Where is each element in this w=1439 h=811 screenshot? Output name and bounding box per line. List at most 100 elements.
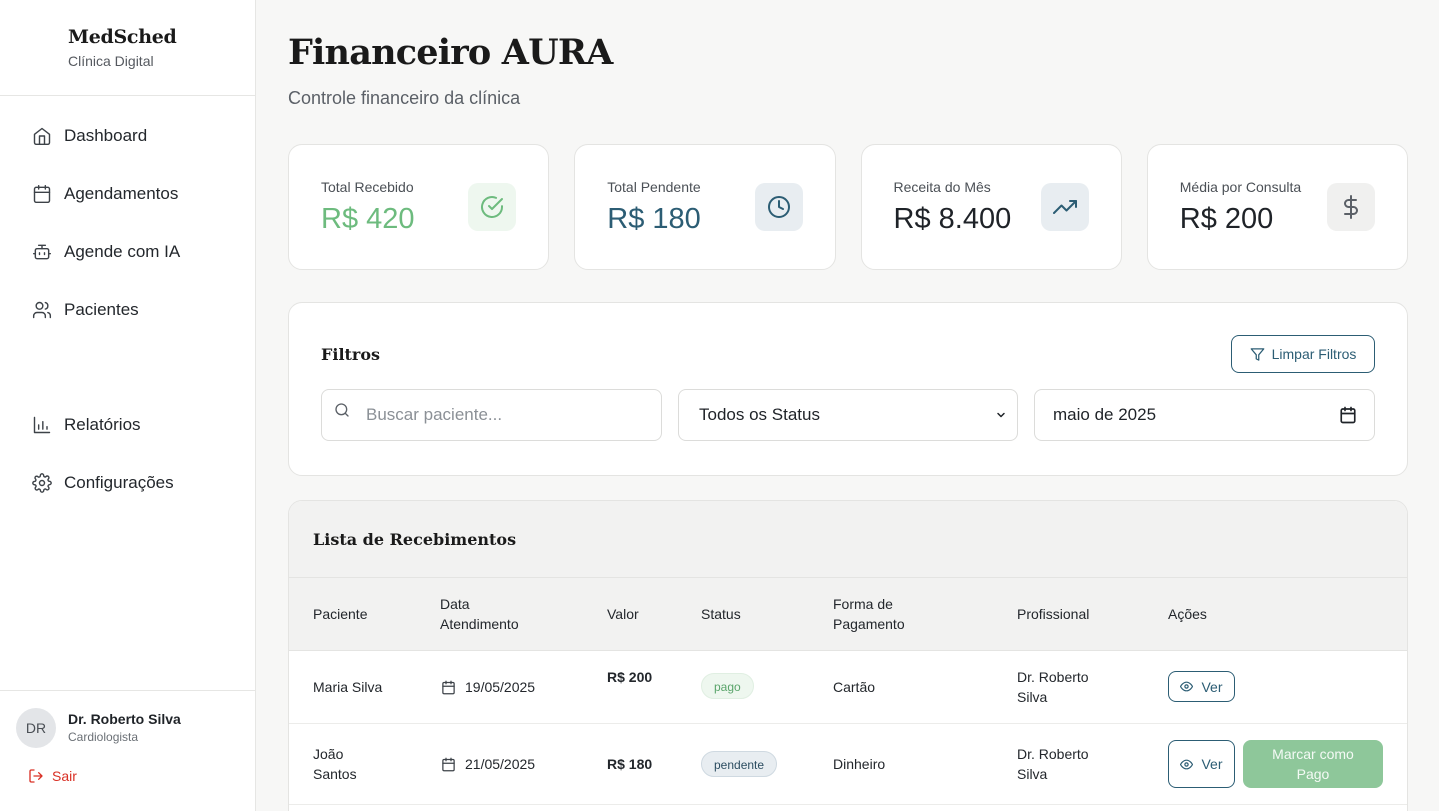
clear-filters-button[interactable]: Limpar Filtros (1231, 335, 1375, 373)
search-placeholder: Buscar paciente... (366, 405, 503, 424)
view-button-label: Ver (1201, 756, 1223, 772)
sidebar-item-pacientes[interactable]: Pacientes (0, 281, 255, 339)
month-picker[interactable]: maio de 2025 (1034, 389, 1375, 441)
stats-row: Total Recebido R$ 420 Total Pendente R$ … (288, 144, 1408, 270)
col-actions: Ações (1168, 606, 1207, 622)
view-button-label: Ver (1201, 678, 1223, 695)
cell-date-text: 19/05/2025 (465, 679, 536, 695)
view-button[interactable]: Ver (1168, 740, 1235, 788)
page-title: Financeiro AURA (288, 32, 613, 73)
cell-professional: Dr. Roberto Silva (1017, 746, 1089, 782)
filter-icon (1250, 347, 1264, 361)
stat-label: Receita do Mês (893, 179, 991, 195)
search-icon (335, 403, 349, 417)
stat-value: R$ 420 (321, 203, 415, 235)
main-content: Financeiro AURA Controle financeiro da c… (288, 0, 1408, 811)
sidebar-item-agende-ia[interactable]: Agende com IA (0, 223, 255, 281)
col-professional: Profissional (1017, 606, 1090, 622)
clear-filters-label: Limpar Filtros (1271, 346, 1357, 362)
filters-panel: Filtros Limpar Filtros Buscar paciente..… (288, 302, 1408, 476)
cell-value: R$ 180 (607, 756, 653, 772)
stat-value: R$ 180 (607, 203, 701, 235)
stat-card-received: Total Recebido R$ 420 (288, 144, 550, 270)
home-icon (32, 126, 52, 146)
brand: MedSched Clínica Digital (0, 0, 255, 96)
cell-date-text: 21/05/2025 (465, 756, 536, 772)
month-picker-value: maio de 2025 (1053, 405, 1157, 424)
cell-patient: Maria Silva (313, 679, 383, 695)
user-panel: DR Dr. Roberto Silva Cardiologista Sair (0, 690, 255, 811)
calendar-icon (32, 184, 52, 204)
user-name: Dr. Roberto Silva (68, 711, 181, 727)
calendar-icon (1340, 406, 1356, 424)
sidebar-nav: Dashboard Agendamentos Agende com IA Pac… (0, 96, 255, 512)
nav-spacer (0, 339, 255, 396)
sidebar: MedSched Clínica Digital Dashboard Agend… (0, 0, 256, 811)
stat-label: Média por Consulta (1179, 179, 1302, 195)
user-role: Cardiologista (68, 730, 139, 744)
logout-label: Sair (52, 768, 77, 784)
sidebar-item-label: Agendamentos (64, 184, 179, 203)
stat-label: Total Recebido (321, 179, 414, 195)
stat-card-pending: Total Pendente R$ 180 (574, 144, 836, 270)
sidebar-item-relatorios[interactable]: Relatórios (0, 396, 255, 454)
cell-date: 21/05/2025 (441, 754, 535, 774)
chevron-down-icon (997, 412, 1005, 418)
status-select-value: Todos os Status (699, 405, 820, 424)
sidebar-item-configuracoes[interactable]: Configurações (0, 454, 255, 512)
sidebar-item-label: Agende com IA (64, 242, 181, 261)
brand-name: MedSched (68, 26, 177, 48)
sidebar-item-label: Configurações (64, 473, 174, 492)
calendar-icon (442, 680, 455, 694)
cell-payment: Dinheiro (833, 756, 886, 772)
list-header: Lista de Recebimentos (289, 501, 1407, 578)
calendar-icon (442, 757, 455, 771)
mark-paid-button[interactable]: Marcar como Pago (1243, 740, 1383, 788)
avatar: DR (16, 708, 56, 748)
list-title: Lista de Recebimentos (313, 530, 517, 549)
cell-value: R$ 200 (607, 669, 653, 685)
col-value: Valor (607, 606, 639, 622)
bot-icon (32, 242, 52, 262)
stat-value: R$ 8.400 (893, 203, 1012, 235)
stat-card-monthly-revenue: Receita do Mês R$ 8.400 (860, 144, 1122, 270)
check-circle-icon (468, 183, 517, 231)
table-header: Paciente Data Atendimento Valor Status F… (289, 578, 1407, 651)
gear-icon (32, 473, 52, 493)
sidebar-item-label: Pacientes (64, 300, 139, 319)
receipts-list: Lista de Recebimentos Paciente Data Aten… (288, 500, 1408, 811)
sidebar-item-dashboard[interactable]: Dashboard (0, 107, 255, 165)
cell-patient: João Santos (313, 746, 357, 782)
col-payment: Forma de Pagamento (833, 596, 905, 632)
users-icon (32, 300, 52, 320)
table-row: Maria Silva 19/05/2025 R$ 200 pago Cartã… (289, 651, 1407, 724)
status-select[interactable]: Todos os Status (678, 389, 1018, 441)
col-status: Status (701, 606, 741, 622)
view-button[interactable]: Ver (1168, 671, 1235, 702)
stat-label: Total Pendente (607, 179, 701, 195)
logout-icon (29, 769, 43, 783)
eye-icon (1180, 681, 1194, 692)
table-row: João Santos 21/05/2025 R$ 180 pendente D… (289, 724, 1407, 805)
cell-payment: Cartão (833, 679, 876, 695)
sidebar-item-label: Relatórios (64, 415, 141, 434)
status-badge: pago (701, 673, 754, 699)
sidebar-item-label: Dashboard (64, 126, 148, 145)
page-subtitle: Controle financeiro da clínica (288, 88, 521, 108)
eye-icon (1180, 759, 1194, 769)
cell-professional: Dr. Roberto Silva (1017, 669, 1089, 705)
cell-date: 19/05/2025 (441, 677, 535, 697)
search-input[interactable]: Buscar paciente... (321, 389, 662, 441)
col-date: Data Atendimento (440, 596, 519, 632)
sidebar-item-agendamentos[interactable]: Agendamentos (0, 165, 255, 223)
col-patient: Paciente (313, 606, 368, 622)
stat-card-average: Média por Consulta R$ 200 (1146, 144, 1408, 270)
clock-icon (754, 183, 803, 231)
trending-up-icon (1040, 183, 1089, 231)
logout-button[interactable]: Sair (28, 768, 77, 784)
status-badge: pendente (701, 751, 778, 777)
dollar-icon (1327, 183, 1375, 231)
stat-value: R$ 200 (1179, 203, 1274, 235)
brand-subtitle: Clínica Digital (68, 53, 154, 69)
filters-title: Filtros (321, 345, 381, 364)
